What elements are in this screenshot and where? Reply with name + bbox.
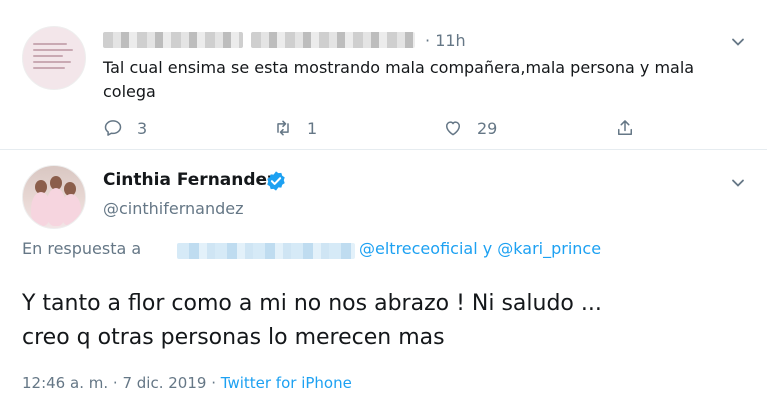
- meta-separator: ·: [211, 374, 216, 392]
- retweet-button[interactable]: 1: [273, 116, 317, 140]
- like-icon: [446, 121, 460, 136]
- avatar-scribble: [33, 61, 71, 63]
- tweet-text-line: Y tanto a flor como a mi no nos abrazo !…: [22, 291, 602, 316]
- tweet-text: Tal cual ensima se esta mostrando mala c…: [103, 58, 695, 101]
- avatar[interactable]: [22, 26, 86, 90]
- tweet-header: · 11h: [103, 30, 663, 52]
- tweet-time[interactable]: 12:46 a. m.: [22, 374, 108, 392]
- reply-count: 3: [137, 118, 148, 138]
- author-handle[interactable]: @cinthifernandez: [103, 199, 244, 218]
- tweet-actions: 3 1 29: [103, 116, 663, 140]
- share-button[interactable]: [615, 116, 635, 140]
- reply-context: En respuesta a @eltreceoficial y @kari_p…: [22, 239, 722, 263]
- blurred-mention: [177, 243, 355, 259]
- tweet-text: Y tanto a flor como a mi no nos abrazo !…: [22, 287, 742, 355]
- reply-mentions[interactable]: @eltreceoficial y @kari_prince: [359, 239, 601, 258]
- chevron-down-icon[interactable]: [731, 34, 745, 48]
- tweet-date[interactable]: 7 dic. 2019: [122, 374, 206, 392]
- avatar-scribble: [33, 49, 73, 51]
- avatar[interactable]: [22, 165, 86, 229]
- verified-badge-icon: [265, 170, 287, 192]
- avatar-scribble: [33, 43, 67, 45]
- meta-separator: ·: [112, 374, 118, 392]
- like-button[interactable]: 29: [443, 116, 497, 140]
- main-tweet: Cinthia Fernandez @cinthifernandez En re…: [0, 151, 767, 409]
- author-name[interactable]: Cinthia Fernandez: [103, 170, 277, 190]
- reply-prefix: En respuesta a: [22, 239, 142, 258]
- reply-icon: [104, 120, 122, 136]
- retweet-count: 1: [307, 118, 318, 138]
- tweet-meta: 12:46 a. m. · 7 dic. 2019 · Twitter for …: [22, 374, 352, 392]
- avatar-scribble: [33, 55, 63, 57]
- blurred-handle: [251, 32, 415, 48]
- reply-button[interactable]: 3: [103, 116, 147, 140]
- like-count: 29: [477, 118, 498, 138]
- avatar-scribble: [33, 67, 65, 69]
- reply-tweet[interactable]: · 11h Tal cual ensima se esta mostrando …: [0, 0, 767, 150]
- tweet-timestamp[interactable]: · 11h: [425, 31, 466, 50]
- blurred-username: [103, 32, 243, 48]
- tweet-text-line: creo q otras personas lo merecen mas: [22, 325, 445, 350]
- share-icon: [618, 120, 632, 135]
- avatar-figure-body: [61, 194, 81, 226]
- tweet-source[interactable]: Twitter for iPhone: [221, 374, 352, 392]
- chevron-down-icon[interactable]: [731, 175, 745, 189]
- retweet-icon: [277, 120, 289, 136]
